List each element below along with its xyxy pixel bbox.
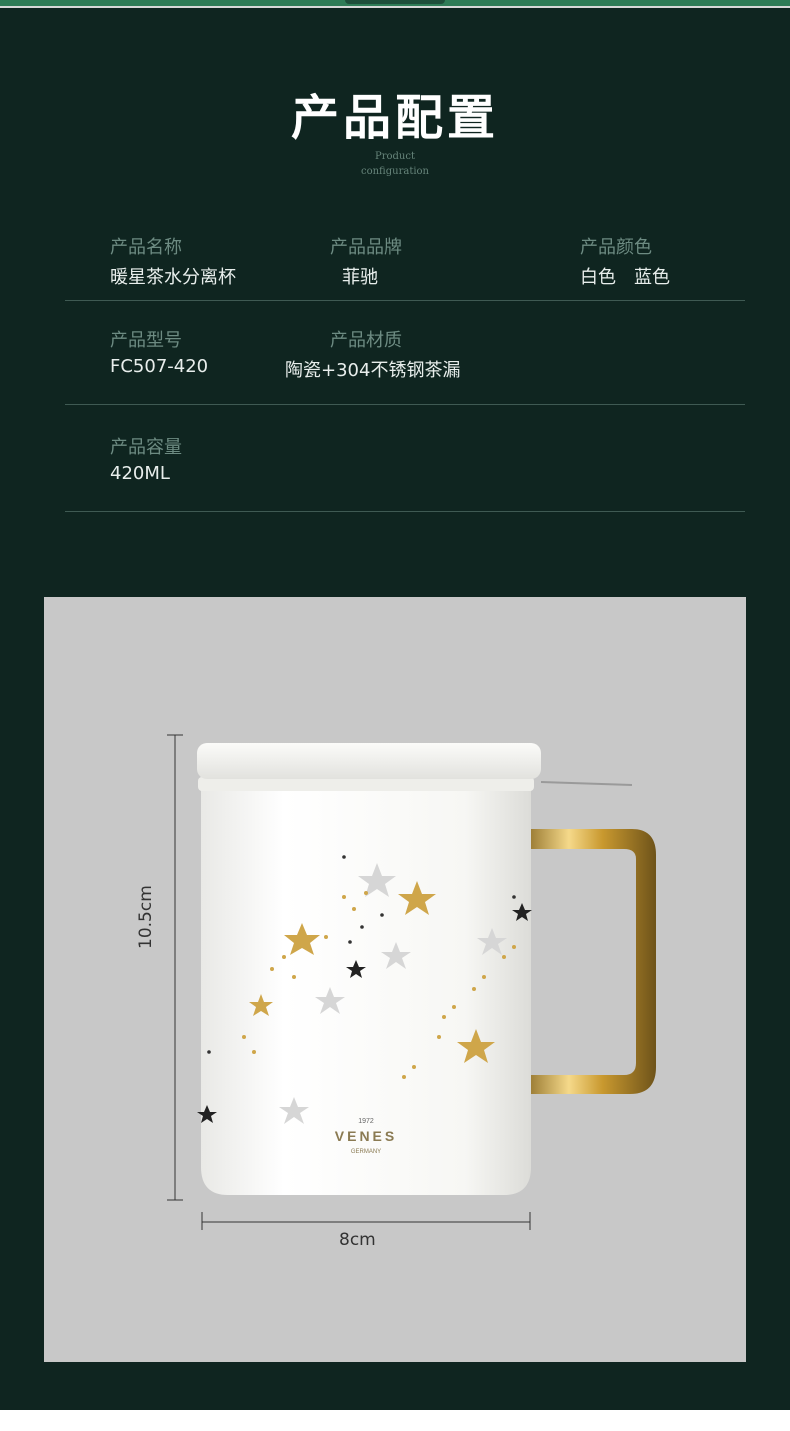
infuser-wire (540, 781, 633, 786)
spec-divider-1 (65, 300, 745, 301)
spec-material-label: 产品材质 (330, 330, 402, 351)
spec-capacity-label: 产品容量 (110, 437, 182, 458)
spec-divider-2 (65, 404, 745, 405)
logo-brand: VENES (335, 1128, 397, 1144)
spec-model-value: FC507-420 (110, 356, 209, 377)
mug-rim (198, 777, 534, 791)
spec-capacity-value: 420ML (110, 463, 170, 484)
spec-model-label: 产品型号 (110, 330, 182, 351)
mug-illustration: 1972 VENES GERMANY (167, 734, 656, 1230)
height-dimension-label: 10.5cm (136, 885, 156, 949)
spec-name-value: 暖星茶水分离杯 (110, 267, 236, 288)
mug-lid (197, 743, 541, 779)
section-subtitle-line1: Product (375, 151, 415, 162)
section-subtitle-line2: configuration (361, 166, 429, 177)
spec-color-label: 产品颜色 (580, 237, 652, 258)
spec-name-label: 产品名称 (110, 237, 182, 258)
spec-brand-value: 菲驰 (342, 267, 378, 288)
page: 产品配置 Product configuration 产品名称 暖星茶水分离杯 … (0, 0, 790, 1431)
spec-material-value: 陶瓷+304不锈钢茶漏 (285, 360, 461, 381)
product-image-box: 1972 VENES GERMANY 10.5cm 8cm (44, 597, 746, 1362)
top-strip-tab (345, 0, 445, 4)
spec-brand-label: 产品品牌 (330, 237, 402, 258)
width-dimension-label: 8cm (339, 1230, 376, 1250)
section-title: 产品配置 (290, 90, 499, 146)
logo-country: GERMANY (351, 1149, 381, 1155)
logo-year: 1972 (358, 1118, 374, 1125)
spec-color-value: 白色 蓝色 (580, 267, 670, 288)
mug-handle (522, 829, 656, 1094)
bottom-margin (0, 1410, 790, 1431)
spec-divider-3 (65, 511, 745, 512)
